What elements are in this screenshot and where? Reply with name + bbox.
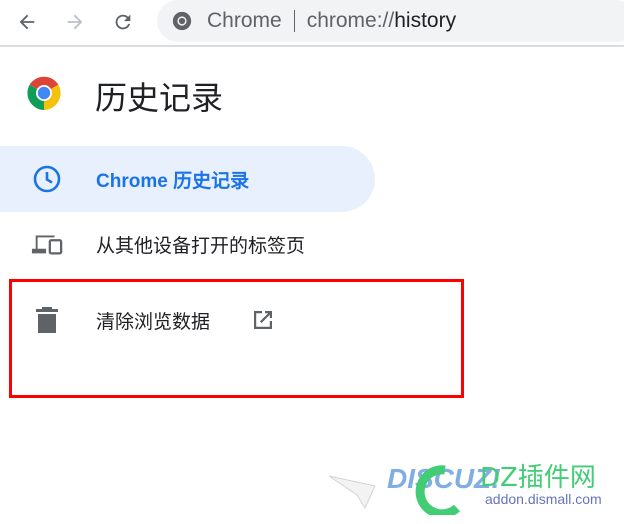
reload-icon: [115, 14, 131, 30]
svg-text:DZ插件网: DZ插件网: [480, 463, 596, 493]
sidebar-item-label: Chrome 历史记录: [96, 170, 250, 192]
site-name: Chrome: [207, 9, 282, 32]
arrow-left-icon: [19, 14, 35, 30]
chrome-logo: [27, 76, 61, 110]
url-prefix: chrome://: [306, 9, 395, 32]
sidebar-item-other-devices[interactable]: 从其他设备打开的标签页: [0, 211, 375, 277]
sidebar-item-chrome-history[interactable]: Chrome 历史记录: [0, 146, 375, 212]
browser-toolbar: Chrome chrome://history: [0, 0, 624, 47]
sidebar-item-label: 从其他设备打开的标签页: [96, 235, 306, 257]
clock-icon: [33, 165, 61, 193]
chrome-icon: [172, 11, 192, 31]
svg-text:addon.dismall.com: addon.dismall.com: [485, 491, 602, 507]
arrow-right-icon: [67, 14, 83, 30]
back-button[interactable]: [12, 8, 42, 36]
divider: [293, 10, 295, 32]
reload-button[interactable]: [108, 8, 138, 36]
address-bar[interactable]: Chrome chrome://history: [157, 0, 624, 42]
forward-button[interactable]: [60, 8, 90, 36]
url-path: history: [394, 9, 457, 32]
page-title: 历史记录: [95, 80, 224, 116]
devices-icon: [31, 235, 63, 255]
highlight-box: [9, 279, 464, 398]
watermark-logo: DISCUZ! DZ插件网 addon.dismall.com: [328, 463, 602, 515]
